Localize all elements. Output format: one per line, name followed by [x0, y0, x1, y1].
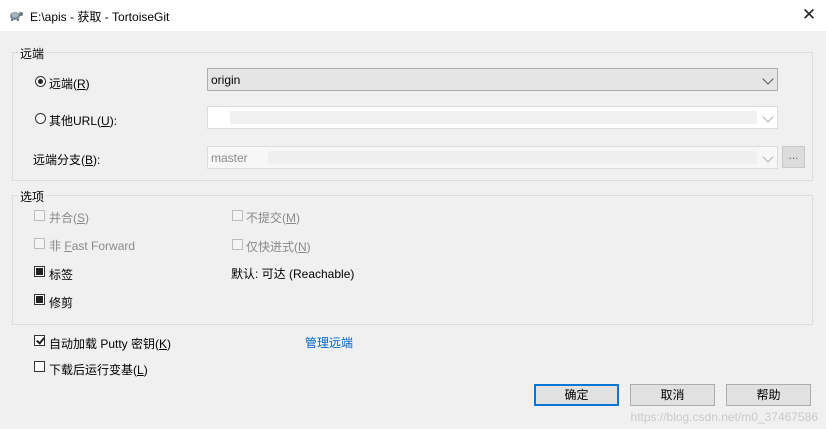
title-bar: E:\apis - 获取 - TortoiseGit ✕ — [0, 0, 826, 31]
remote-branch-value: master — [211, 151, 248, 165]
prune-checkbox[interactable] — [34, 294, 45, 305]
options-group — [12, 195, 813, 325]
autoload-putty-checkbox[interactable] — [34, 335, 45, 346]
other-url-text — [230, 111, 757, 124]
manage-remotes-link[interactable]: 管理远端 — [305, 334, 353, 351]
other-url-radio-label[interactable]: 其他URL(U): — [49, 112, 117, 129]
remote-select[interactable]: origin — [207, 68, 778, 91]
remote-branch-select[interactable]: master — [207, 146, 778, 169]
default-reachable-text: 默认: 可达 (Reachable) — [231, 267, 355, 281]
run-rebase-label: 下载后运行变基(L) — [49, 363, 148, 377]
close-icon: ✕ — [801, 5, 817, 24]
remote-radio-label[interactable]: 远端(R) — [49, 75, 90, 92]
ff-only-checkbox[interactable] — [232, 239, 243, 250]
no-fast-forward-checkbox[interactable] — [34, 238, 45, 249]
merge-checkbox[interactable] — [34, 210, 45, 221]
prune-label: 修剪 — [49, 296, 74, 310]
other-url-radio[interactable] — [35, 113, 46, 124]
no-fast-forward-label: 非 Fast Forward — [49, 239, 136, 253]
merge-label: 并合(S) — [49, 211, 90, 225]
help-button[interactable]: 帮助 — [726, 384, 811, 406]
tags-checkbox[interactable] — [34, 266, 45, 277]
browse-branch-button[interactable]: ... — [782, 146, 805, 168]
ok-button[interactable]: 确定 — [534, 384, 619, 406]
remote-branch-label: 远端分支(B): — [33, 153, 101, 167]
chevron-down-icon — [762, 151, 774, 163]
remote-radio[interactable] — [35, 76, 46, 87]
other-url-input[interactable] — [207, 106, 778, 129]
options-group-label: 选项 — [18, 188, 47, 205]
remote-group-label: 远端 — [18, 45, 47, 62]
window-title: E:\apis - 获取 - TortoiseGit — [30, 10, 170, 24]
tortoise-icon — [8, 8, 24, 22]
no-commit-checkbox[interactable] — [232, 210, 243, 221]
watermark-text: https://blog.csdn.net/m0_37467586 — [630, 410, 818, 424]
close-button[interactable]: ✕ — [796, 4, 822, 26]
no-commit-label: 不提交(M) — [246, 211, 300, 225]
remote-select-value: origin — [211, 73, 241, 87]
autoload-putty-label: 自动加载 Putty 密钥(K) — [49, 337, 172, 351]
ff-only-label: 仅快进式(N) — [246, 240, 311, 254]
chevron-down-icon — [762, 73, 774, 85]
chevron-down-icon — [762, 111, 774, 123]
cancel-button[interactable]: 取消 — [630, 384, 715, 406]
tags-label: 标签 — [49, 268, 74, 282]
run-rebase-checkbox[interactable] — [34, 361, 45, 372]
